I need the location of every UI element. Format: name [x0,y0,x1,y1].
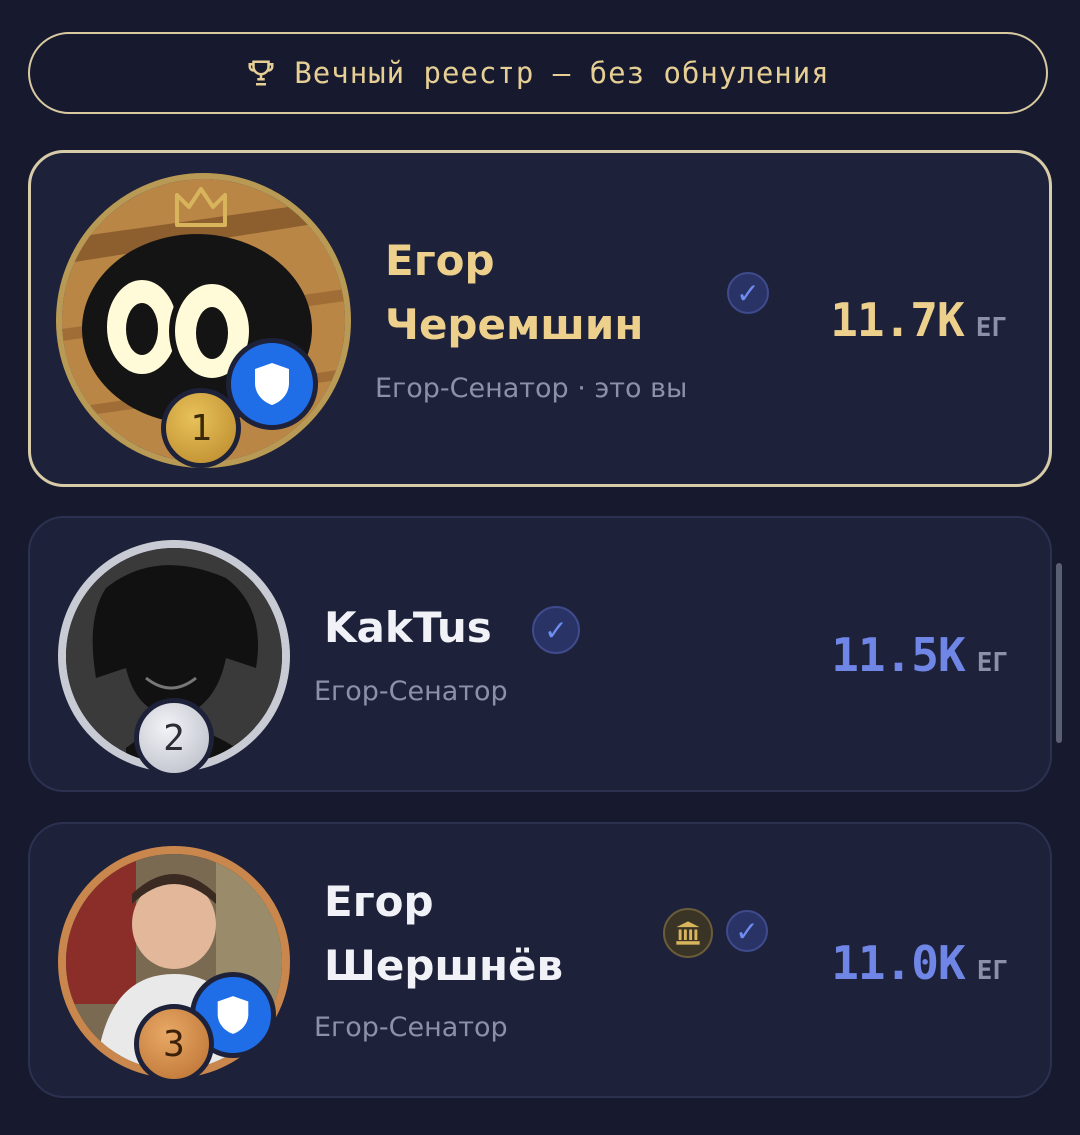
verified-icon: ✓ [727,272,769,314]
score-value: 11.7K [830,293,964,347]
government-building-icon [663,908,713,958]
rank-badge: 1 [161,388,241,468]
player-name[interactable]: Егор Черемшин [385,229,643,357]
player-name[interactable]: Егор Шершнёв [324,870,563,998]
score-value: 11.5K [831,628,965,682]
score: 11.5K ЕГ [831,628,1008,682]
leaderboard-row[interactable]: 2 KakTus ✓ Егор-Сенатор 11.5K ЕГ [28,516,1052,792]
score: 11.7K ЕГ [830,293,1007,347]
score: 11.0K ЕГ [831,936,1008,990]
trophy-icon [248,60,274,86]
player-role: Егор-Сенатор [314,676,508,707]
rank-badge: 2 [134,698,214,778]
banner-text: Вечный реестр — без обнуления [294,56,830,90]
shield-badge [226,338,318,430]
rank-number: 2 [163,717,185,759]
rank-number: 3 [163,1023,185,1065]
rank-badge: 3 [134,1004,214,1084]
crown-icon [175,187,227,227]
eternal-registry-banner: Вечный реестр — без обнуления [28,32,1048,114]
player-name[interactable]: KakTus [324,596,492,660]
player-role: Егор-Сенатор [314,1012,508,1043]
player-role: Егор-Сенатор · это вы [375,373,688,404]
score-unit: ЕГ [976,648,1008,678]
verified-icon: ✓ [532,606,580,654]
verified-icon: ✓ [726,910,768,952]
scrollbar[interactable] [1056,563,1062,743]
score-unit: ЕГ [976,956,1008,986]
shield-icon [217,996,249,1034]
score-value: 11.0K [831,936,965,990]
leaderboard-row[interactable]: 3 Егор Шершнёв ✓ Егор-Сенатор 11.0K ЕГ [28,822,1052,1098]
rank-number: 1 [190,407,212,449]
shield-icon [255,363,289,405]
score-unit: ЕГ [975,313,1007,343]
leaderboard-row[interactable]: 1 Егор Черемшин ✓ Егор-Сенатор · это вы … [28,150,1052,487]
